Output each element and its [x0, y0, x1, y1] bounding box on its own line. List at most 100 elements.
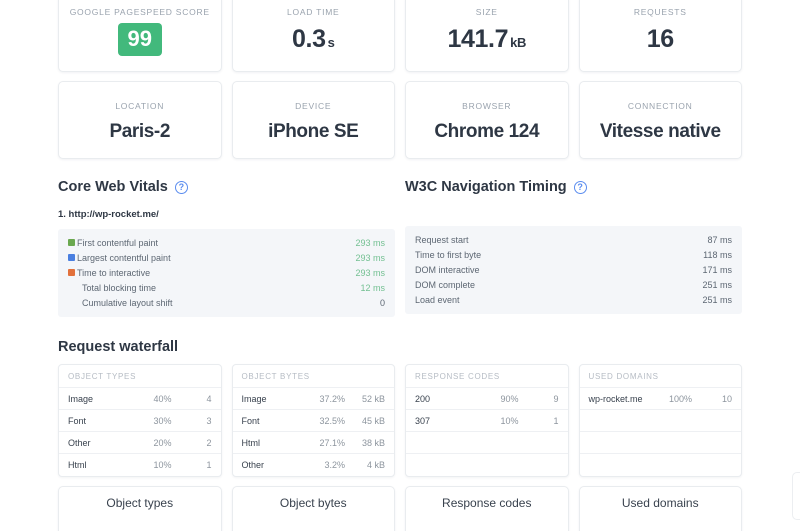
pagespeed-score-badge: 99 [117, 23, 162, 56]
timing-value: 171 ms [702, 264, 732, 275]
core-web-vitals-panel: First contentful paint 293 ms Largest cont… [58, 229, 395, 317]
metric-color-swatch [68, 269, 75, 276]
metric-name: Total blocking time [82, 282, 157, 293]
table-header: USED DOMAINS [579, 365, 741, 388]
cell-name: wp-rocket.me [588, 393, 643, 404]
kpi-card: LOCATION Paris-2 [58, 81, 222, 159]
kpi-row-environment: LOCATION Paris-2 DEVICE iPhone SE BROWSER Chr… [58, 81, 742, 159]
cell-count: 3 [206, 415, 212, 426]
kpi-card: DEVICE iPhone SE [231, 81, 395, 159]
table-header: OBJECT TYPES [59, 365, 221, 388]
performance-report-page: GOOGLE PAGESPEED SCORE 99 LOAD TIME 0.3 s SIZ… [0, 0, 800, 531]
navigation-timing-panel: Request start 87 ms Time to first byte 118 … [405, 226, 742, 314]
timing-value: 118 ms [703, 249, 732, 260]
kpi-value: Vitesse native [599, 121, 721, 142]
cell-count: 1 [553, 415, 559, 426]
core-web-vitals-column: Core Web Vitals ? 1. http://wp-rocket.me… [58, 179, 395, 317]
cell-pct: 40% [153, 393, 172, 404]
table-row [579, 410, 741, 432]
timing-name: DOM complete [415, 279, 476, 290]
timing-name: Request start [415, 234, 469, 245]
chart-title: Response codes [442, 496, 532, 510]
cell-pct: 10% [153, 460, 172, 470]
table-row [406, 454, 568, 476]
table-row: 307 10% 1 [406, 410, 568, 432]
chart-card: Object types [58, 486, 222, 531]
kpi-number: 16 [646, 25, 674, 53]
cell-name: Html [241, 437, 261, 448]
kpi-card: GOOGLE PAGESPEED SCORE 99 [58, 0, 222, 72]
kpi-card: CONNECTION Vitesse native [578, 81, 742, 159]
table-row: wp-rocket.me 100% 10 [579, 388, 741, 410]
timing-name: DOM interactive [415, 264, 480, 275]
cell-count: 10 [721, 393, 732, 404]
metric-name: Time to interactive [77, 267, 151, 278]
kpi-label: REQUESTS [633, 7, 687, 17]
timing-name: Load event [415, 294, 460, 305]
metric-row: Time to interactive 293 ms [68, 265, 385, 280]
cell-pct: 20% [153, 437, 172, 448]
timing-name: Time to first byte [415, 249, 482, 260]
metric-name: First contentful paint [77, 237, 159, 248]
cell-name: Font [68, 415, 87, 426]
waterfall-table: USED DOMAINS wp-rocket.me 100% 10 [578, 364, 742, 477]
cell-pct: 100% [668, 393, 692, 404]
cell-count: 52 kB [361, 393, 385, 404]
metric-name: Largest contentful paint [77, 252, 171, 263]
timing-row: DOM complete 251 ms [415, 277, 732, 292]
kpi-label: BROWSER [462, 101, 512, 111]
table-row: Other 20% 2 [59, 432, 221, 454]
kpi-label: GOOGLE PAGESPEED SCORE [69, 7, 210, 17]
kpi-label: LOCATION [115, 101, 165, 111]
metric-row: Cumulative layout shift 0 [68, 295, 385, 310]
cell-pct: 30% [153, 415, 172, 426]
cell-count: 1 [206, 460, 212, 470]
cell-name: Html [68, 460, 87, 470]
kpi-value: 16 [580, 24, 742, 54]
metric-row: Largest contentful paint 293 ms [68, 250, 385, 265]
kpi-number: 0.3 [292, 25, 326, 53]
cell-pct: 27.1% [319, 437, 345, 448]
metric-value: 293 ms [355, 267, 385, 278]
offscreen-panel-edge [792, 472, 800, 520]
chart-title: Used domains [621, 496, 699, 510]
cell-count: 38 kB [361, 437, 385, 448]
table-row: Image 40% 4 [59, 388, 221, 410]
tested-url: 1. http://wp-rocket.me/ [58, 209, 159, 220]
kpi-unit: s [327, 35, 335, 50]
metric-row: Total blocking time 12 ms [68, 280, 385, 295]
timing-value: 251 ms [702, 294, 732, 305]
kpi-value: 0.3 s [233, 24, 395, 58]
table-header: RESPONSE CODES [406, 365, 568, 388]
waterfall-table: RESPONSE CODES 200 90% 9 307 10% 1 [405, 364, 569, 477]
table-row [580, 454, 742, 476]
kpi-value: iPhone SE [268, 121, 359, 142]
core-web-vitals-title: Core Web Vitals [58, 179, 168, 195]
kpi-value: Chrome 124 [434, 121, 540, 142]
question-mark-icon[interactable]: ? [573, 180, 587, 194]
cell-pct: 3.2% [324, 460, 345, 470]
table-row: Html 10% 1 [59, 454, 221, 476]
kpi-value: Paris-2 [109, 121, 171, 142]
timing-row: DOM interactive 171 ms [415, 262, 732, 277]
table-row: Font 30% 3 [59, 410, 221, 432]
metric-color-swatch [68, 239, 75, 246]
request-waterfall-heading: Request waterfall [58, 339, 179, 355]
timing-value: 251 ms [702, 279, 732, 290]
kpi-card: LOAD TIME 0.3 s [231, 0, 395, 72]
metric-row: First contentful paint 293 ms [68, 235, 385, 250]
table-row [406, 432, 568, 454]
metric-value: 12 ms [360, 282, 385, 293]
question-mark-icon[interactable]: ? [174, 180, 188, 194]
cell-pct: 90% [500, 393, 519, 404]
table-row: Html 27.1% 38 kB [232, 432, 394, 454]
chart-card: Used domains [578, 486, 742, 531]
metric-color-swatch [68, 254, 75, 261]
chart-card: Response codes [405, 486, 569, 531]
cell-count: 2 [206, 437, 212, 448]
cell-name: Other [241, 460, 265, 470]
kpi-value: 141.7 kB [406, 24, 568, 58]
chart-title: Object bytes [279, 496, 347, 510]
metric-color-swatch [68, 284, 75, 291]
cell-count: 45 kB [361, 415, 385, 426]
